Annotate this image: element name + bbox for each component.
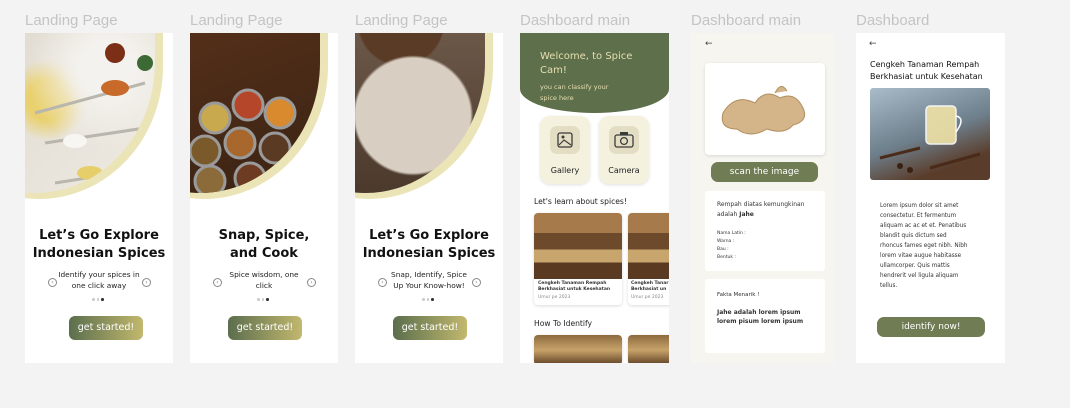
fakta-line: lorem pisum lorem ipsum bbox=[717, 318, 804, 325]
result-field: Bau : bbox=[717, 247, 729, 252]
welcome-sub: you can classify your bbox=[540, 83, 609, 91]
arrow-right-icon[interactable]: › bbox=[307, 278, 316, 287]
title-line: Let’s Go Explore bbox=[39, 228, 159, 243]
arrow-left-icon[interactable]: ‹ bbox=[213, 278, 222, 287]
title-line: and Cook bbox=[230, 246, 298, 261]
arrow-right-icon[interactable]: › bbox=[472, 278, 481, 287]
section-title: Let's learn about spices! bbox=[534, 197, 627, 206]
subtitle-line: one click away bbox=[71, 281, 127, 290]
scan-frame: ← scan the image Rempah diatas kemungkin… bbox=[691, 33, 834, 363]
landing-frame-2: Snap, Spice, and Cook Spice wisdom, one … bbox=[190, 33, 338, 363]
page-dots bbox=[256, 298, 270, 301]
title-line: Indonesian Spices bbox=[32, 246, 166, 261]
result-line: adalah Jahe bbox=[717, 211, 754, 218]
result-name: Jahe bbox=[739, 211, 754, 218]
article-body: Lorem ipsum dolor sit amet consectetur. … bbox=[880, 203, 968, 289]
hero-image bbox=[25, 33, 173, 201]
section-title: How To Identify bbox=[534, 319, 593, 328]
article-image bbox=[534, 213, 622, 279]
welcome-line: Welcome, to Spice bbox=[540, 51, 633, 62]
welcome-sub: spice here bbox=[540, 94, 574, 102]
dashboard-frame: Welcome, to Spice Cam! you can classify … bbox=[520, 33, 669, 363]
detail-frame: ← Cengkeh Tanaman Rempah Berkhasiat untu… bbox=[856, 33, 1005, 363]
camera-label: Camera bbox=[608, 166, 640, 175]
result-card: Rempah diatas kemungkinan adalah Jahe Na… bbox=[705, 191, 825, 271]
landing-frame-3: Let’s Go Explore Indonesian Spices Snap,… bbox=[355, 33, 503, 363]
subtitle-line: Snap, Identify, Spice bbox=[391, 270, 467, 279]
welcome-line: Cam! bbox=[540, 65, 567, 76]
back-arrow-icon[interactable]: ← bbox=[869, 39, 877, 49]
fakta-line: Jahe adalah lorem ipsum bbox=[717, 309, 801, 316]
article-date: Umur pe 2023 bbox=[538, 295, 571, 300]
camera-icon bbox=[614, 132, 634, 148]
spoons-illustration bbox=[34, 43, 153, 185]
identify-button[interactable]: identify now! bbox=[877, 317, 985, 337]
result-field: Bentuk : bbox=[717, 255, 736, 260]
article-card[interactable]: Cengkeh Tanar Berkhasiat un Umur pe 2023 bbox=[628, 213, 669, 305]
title-line: Snap, Spice, bbox=[218, 228, 310, 243]
gallery-card[interactable]: Gallery bbox=[540, 116, 590, 184]
arrow-right-icon[interactable]: › bbox=[142, 278, 151, 287]
back-arrow-icon[interactable]: ← bbox=[705, 39, 713, 49]
frame-label: Dashboard bbox=[856, 12, 930, 29]
frame-label: Landing Page bbox=[355, 12, 448, 29]
result-field: Nama Latin : bbox=[717, 231, 746, 236]
title-line: Let’s Go Explore bbox=[369, 228, 489, 243]
scanned-image bbox=[705, 63, 825, 155]
frame-label: Landing Page bbox=[25, 12, 118, 29]
hero-image bbox=[190, 33, 338, 201]
how-card[interactable] bbox=[628, 335, 669, 363]
hero-image bbox=[355, 33, 503, 201]
article-image bbox=[628, 213, 669, 279]
get-started-button[interactable]: get started! bbox=[228, 316, 302, 340]
article-photo bbox=[870, 88, 990, 180]
gallery-icon bbox=[557, 132, 573, 148]
tea-illustration bbox=[879, 105, 981, 173]
sacks-illustration bbox=[355, 33, 485, 193]
arrow-left-icon[interactable]: ‹ bbox=[378, 278, 387, 287]
scan-button[interactable]: scan the image bbox=[711, 162, 818, 182]
subtitle-line: Up Your Know-how! bbox=[393, 281, 465, 290]
get-started-button[interactable]: get started! bbox=[393, 316, 467, 340]
spice-bowls-illustration bbox=[190, 88, 307, 193]
title-line: Indonesian Spices bbox=[362, 246, 496, 261]
result-field: Warna : bbox=[717, 239, 735, 244]
fakta-title: Fakta Menarik ! bbox=[717, 292, 760, 298]
article-card[interactable]: Cengkeh Tanaman Rempah Berkhasiat untuk … bbox=[534, 213, 622, 305]
article-title: Berkhasiat un bbox=[631, 287, 667, 292]
frame-label: Landing Page bbox=[190, 12, 283, 29]
page-dots bbox=[421, 298, 435, 301]
result-line: Rempah diatas kemungkinan bbox=[717, 201, 805, 208]
page-dots bbox=[91, 298, 105, 301]
article-heading: Berkhasiat untuk Kesehatan bbox=[870, 72, 983, 81]
frame-label: Dashboard main bbox=[691, 12, 802, 29]
landing-frame-1: Let’s Go Explore Indonesian Spices Ident… bbox=[25, 33, 173, 363]
subtitle-line: Spice wisdom, one bbox=[229, 270, 299, 279]
article-date: Umur pe 2023 bbox=[631, 295, 664, 300]
camera-card[interactable]: Camera bbox=[599, 116, 649, 184]
ginger-illustration bbox=[721, 86, 806, 135]
get-started-button[interactable]: get started! bbox=[69, 316, 143, 340]
arrow-left-icon[interactable]: ‹ bbox=[48, 278, 57, 287]
gallery-label: Gallery bbox=[550, 166, 580, 175]
article-heading: Cengkeh Tanaman Rempah bbox=[870, 60, 980, 69]
frame-label: Dashboard main bbox=[520, 12, 631, 29]
subtitle-line: Identify your spices in bbox=[58, 270, 140, 279]
article-title: Berkhasiat untuk Kesehatan bbox=[538, 287, 611, 292]
subtitle-line: click bbox=[255, 281, 273, 290]
how-card[interactable] bbox=[534, 335, 622, 363]
fakta-card: Fakta Menarik ! Jahe adalah lorem ipsum … bbox=[705, 279, 825, 353]
